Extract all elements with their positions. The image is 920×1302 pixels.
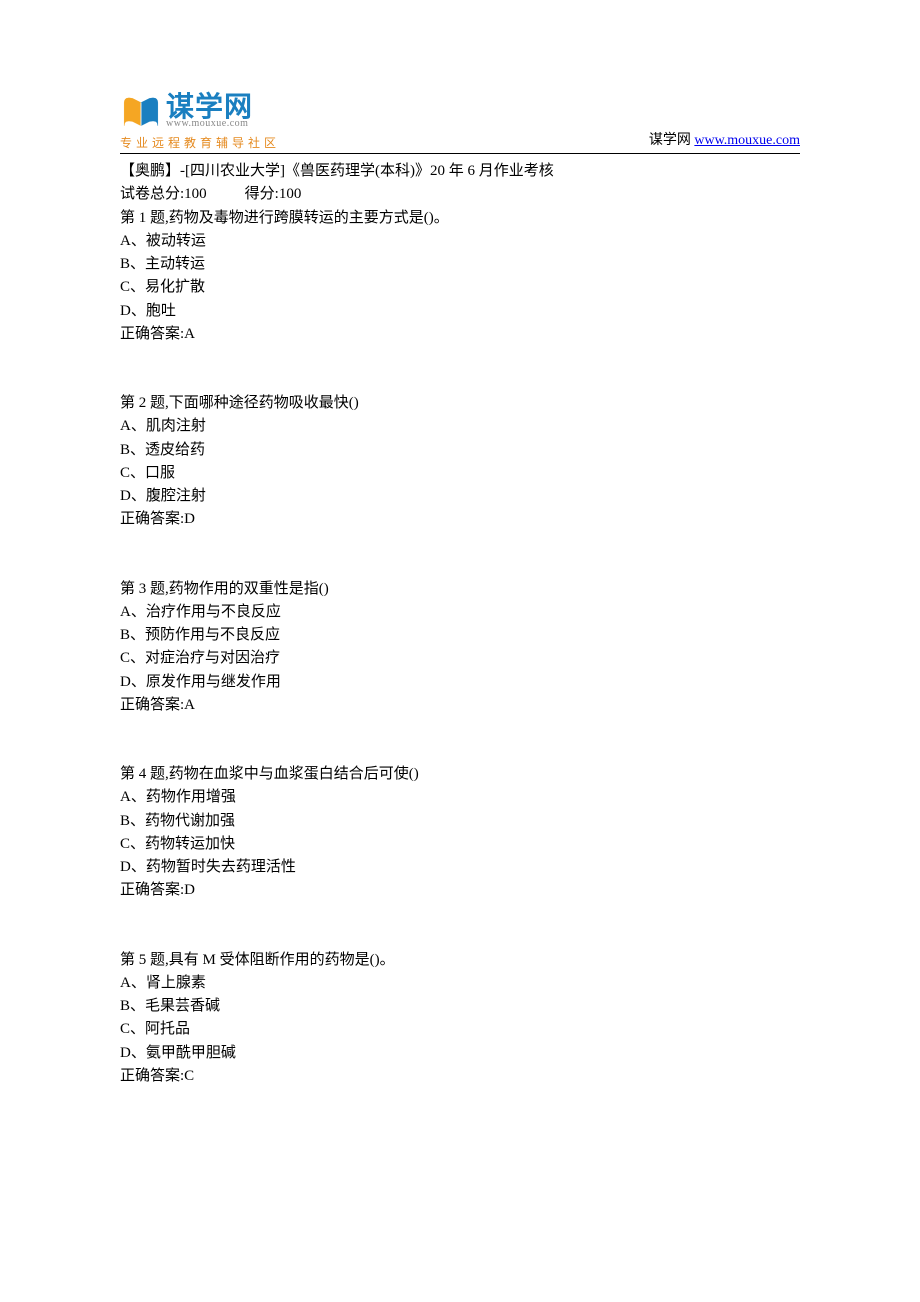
score-line: 试卷总分:100得分:100 xyxy=(120,183,800,206)
site-link[interactable]: www.mouxue.com xyxy=(694,133,800,148)
question-stem: 第 3 题,药物作用的双重性是指() xyxy=(120,578,800,601)
option: B、预防作用与不良反应 xyxy=(120,624,800,647)
option: C、对症治疗与对因治疗 xyxy=(120,647,800,670)
question-1: 第 1 题,药物及毒物进行跨膜转运的主要方式是()。 A、被动转运 B、主动转运… xyxy=(120,207,800,347)
option: A、肾上腺素 xyxy=(120,972,800,995)
logo-row: 谋学网 www.mouxue.com xyxy=(120,90,280,132)
document-page: 谋学网 www.mouxue.com 专业远程教育辅导社区 谋学网 www.mo… xyxy=(0,0,920,1194)
option: B、毛果芸香碱 xyxy=(120,995,800,1018)
option: D、氨甲酰甲胆碱 xyxy=(120,1042,800,1065)
option: A、药物作用增强 xyxy=(120,786,800,809)
score-label: 得分: xyxy=(245,186,279,202)
answer: 正确答案:C xyxy=(120,1065,800,1088)
logo-tagline: 专业远程教育辅导社区 xyxy=(120,134,280,151)
question-3: 第 3 题,药物作用的双重性是指() A、治疗作用与不良反应 B、预防作用与不良… xyxy=(120,578,800,718)
option: B、主动转运 xyxy=(120,253,800,276)
total-label: 试卷总分: xyxy=(120,186,184,202)
answer: 正确答案:A xyxy=(120,323,800,346)
question-5: 第 5 题,具有 M 受体阻断作用的药物是()。 A、肾上腺素 B、毛果芸香碱 … xyxy=(120,949,800,1089)
logo-subtitle: www.mouxue.com xyxy=(166,119,253,129)
logo-text: 谋学网 www.mouxue.com xyxy=(166,93,253,129)
score-value: 100 xyxy=(279,186,302,202)
answer: 正确答案:D xyxy=(120,508,800,531)
option: A、治疗作用与不良反应 xyxy=(120,601,800,624)
option: B、透皮给药 xyxy=(120,439,800,462)
question-stem: 第 2 题,下面哪种途径药物吸收最快() xyxy=(120,392,800,415)
book-icon xyxy=(120,90,162,132)
option: D、胞吐 xyxy=(120,300,800,323)
page-header: 谋学网 www.mouxue.com 专业远程教育辅导社区 谋学网 www.mo… xyxy=(120,90,800,154)
exam-title: 【奥鹏】-[四川农业大学]《兽医药理学(本科)》20 年 6 月作业考核 xyxy=(120,160,800,183)
site-reference: 谋学网 www.mouxue.com xyxy=(649,129,800,151)
option: D、原发作用与继发作用 xyxy=(120,671,800,694)
site-label: 谋学网 xyxy=(649,133,691,148)
logo-title: 谋学网 xyxy=(166,93,253,121)
option: A、肌肉注射 xyxy=(120,415,800,438)
option: C、阿托品 xyxy=(120,1018,800,1041)
option: C、口服 xyxy=(120,462,800,485)
option: C、药物转运加快 xyxy=(120,833,800,856)
logo-block: 谋学网 www.mouxue.com 专业远程教育辅导社区 xyxy=(120,90,280,151)
option: B、药物代谢加强 xyxy=(120,810,800,833)
question-stem: 第 1 题,药物及毒物进行跨膜转运的主要方式是()。 xyxy=(120,207,800,230)
question-stem: 第 4 题,药物在血浆中与血浆蛋白结合后可使() xyxy=(120,763,800,786)
option: D、药物暂时失去药理活性 xyxy=(120,856,800,879)
total-value: 100 xyxy=(184,186,207,202)
option: A、被动转运 xyxy=(120,230,800,253)
question-2: 第 2 题,下面哪种途径药物吸收最快() A、肌肉注射 B、透皮给药 C、口服 … xyxy=(120,392,800,532)
option: C、易化扩散 xyxy=(120,276,800,299)
option: D、腹腔注射 xyxy=(120,485,800,508)
answer: 正确答案:A xyxy=(120,694,800,717)
question-4: 第 4 题,药物在血浆中与血浆蛋白结合后可使() A、药物作用增强 B、药物代谢… xyxy=(120,763,800,903)
question-stem: 第 5 题,具有 M 受体阻断作用的药物是()。 xyxy=(120,949,800,972)
document-content: 【奥鹏】-[四川农业大学]《兽医药理学(本科)》20 年 6 月作业考核 试卷总… xyxy=(120,160,800,1088)
answer: 正确答案:D xyxy=(120,879,800,902)
